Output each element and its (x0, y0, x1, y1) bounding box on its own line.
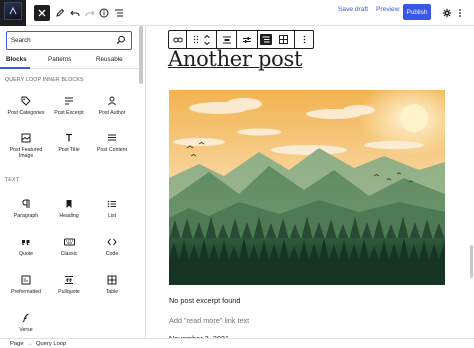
block-label: Verse (19, 327, 33, 333)
list-icon (92, 198, 132, 210)
paragraph-icon (6, 198, 46, 210)
tab-reusable[interactable]: Reusable (96, 56, 123, 63)
block-table[interactable]: Table (92, 274, 132, 295)
more-vertical-icon[interactable] (452, 5, 468, 21)
link-icon[interactable] (169, 31, 187, 48)
block-label: Quote (18, 251, 34, 257)
block-label: Heading (59, 213, 79, 219)
sidebar-scrollbar[interactable] (139, 26, 143, 84)
featured-image-icon (6, 132, 46, 144)
align-icon[interactable] (217, 31, 237, 48)
block-label: Paragraph (13, 213, 39, 219)
block-label: Classic (60, 251, 78, 257)
pullquote-icon (49, 274, 89, 286)
featured-image[interactable] (169, 90, 445, 285)
read-more-link-input[interactable]: Add "read more" link text (169, 316, 249, 325)
active-tab-indicator (0, 67, 30, 69)
section-title-text: TEXT (5, 177, 20, 183)
verse-icon (6, 312, 46, 324)
block-label: Preformatted (11, 289, 41, 295)
tab-blocks[interactable]: Blocks (6, 56, 27, 63)
section-title-query-loop: QUERY LOOP INNER BLOCKS (5, 77, 84, 83)
block-search-input[interactable] (11, 35, 111, 46)
block-label: Post Content (97, 147, 127, 153)
search-icon (116, 35, 125, 45)
block-classic[interactable]: Classic (49, 236, 89, 257)
heading-icon (49, 198, 89, 210)
block-post-excerpt[interactable]: Post Excerpt (49, 95, 89, 116)
block-post-featured-image[interactable]: Post Featured Image (6, 132, 46, 159)
block-inserter-panel: Blocks Patterns Reusable QUERY LOOP INNE… (0, 26, 146, 338)
block-label: Table (105, 289, 119, 295)
drag-handle-icon[interactable] (193, 35, 199, 44)
canvas-scrollbar[interactable] (470, 245, 473, 278)
move-down-icon[interactable] (203, 41, 210, 45)
grid-view-icon[interactable] (277, 34, 289, 45)
block-post-author[interactable]: Post Author (92, 95, 132, 116)
table-icon (92, 274, 132, 286)
info-icon[interactable] (96, 5, 112, 21)
block-label: Post Author (98, 110, 126, 116)
block-quote[interactable]: Quote (6, 236, 46, 257)
block-post-title[interactable]: Post Title (49, 132, 89, 153)
tag-icon (6, 95, 46, 107)
save-draft-button[interactable]: Save draft (338, 6, 368, 13)
block-code[interactable]: Code (92, 236, 132, 257)
block-label: Post Categories (7, 110, 45, 116)
breadcrumb-separator: → (27, 341, 33, 347)
block-paragraph[interactable]: Paragraph (6, 198, 46, 219)
keyboard-icon (49, 236, 89, 248)
more-options-icon[interactable] (298, 34, 310, 45)
block-list[interactable]: List (92, 198, 132, 219)
block-heading[interactable]: Heading (49, 198, 89, 219)
title-icon (49, 132, 89, 144)
post-excerpt-notice: No post excerpt found (169, 296, 241, 305)
preview-button[interactable]: Preview (376, 6, 399, 13)
move-up-icon[interactable] (203, 34, 210, 38)
block-pullquote[interactable]: Pullquote (49, 274, 89, 295)
publish-button[interactable]: Publish (403, 4, 431, 20)
preformatted-icon (6, 274, 46, 286)
editor-top-bar: Save draft Preview Publish (0, 0, 474, 26)
block-post-content[interactable]: Post Content (92, 132, 132, 153)
content-icon (92, 132, 132, 144)
block-label: Post Featured Image (9, 147, 43, 159)
breadcrumb: Page → Query Loop (0, 338, 474, 348)
block-label: Post Excerpt (54, 110, 84, 116)
pencil-icon[interactable] (52, 5, 68, 21)
settings-sliders-icon[interactable] (237, 31, 258, 48)
inserter-tabs: Blocks Patterns Reusable (0, 54, 139, 69)
close-icon[interactable] (34, 5, 50, 21)
author-icon (92, 95, 132, 107)
site-logo[interactable] (0, 0, 26, 26)
block-label: Post Title (58, 147, 80, 153)
quote-icon (6, 236, 46, 248)
code-icon (92, 236, 132, 248)
block-post-categories[interactable]: Post Categories (6, 95, 46, 116)
block-verse[interactable]: Verse (6, 312, 46, 333)
block-label: List (107, 213, 117, 219)
block-label: Code (105, 251, 119, 257)
block-label: Pullquote (58, 289, 80, 295)
breadcrumb-item-query-loop[interactable]: Query Loop (36, 341, 66, 347)
excerpt-icon (49, 95, 89, 107)
block-preformatted[interactable]: Preformatted (6, 274, 46, 295)
post-title[interactable]: Another post (168, 47, 302, 71)
block-mover (187, 31, 217, 48)
undo-icon[interactable] (67, 5, 83, 21)
tab-patterns[interactable]: Patterns (48, 56, 71, 63)
list-view-icon[interactable] (111, 5, 127, 21)
breadcrumb-item-page[interactable]: Page (10, 341, 24, 347)
block-search-box[interactable] (6, 31, 132, 50)
list-view-block-icon[interactable] (260, 34, 272, 45)
toolbar-divider (294, 31, 295, 48)
